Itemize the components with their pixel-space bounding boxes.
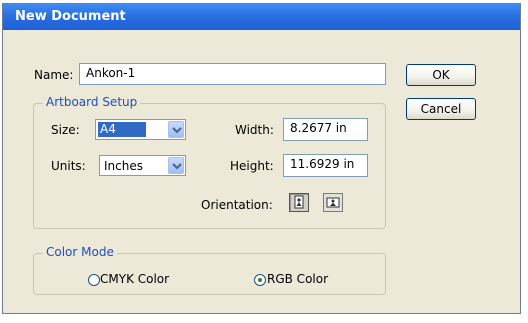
portrait-orientation-button[interactable] — [289, 193, 309, 212]
rgb-color-radio[interactable] — [254, 274, 266, 286]
height-field[interactable]: 11.6929 in — [283, 154, 368, 177]
width-field[interactable]: 8.2677 in — [283, 118, 368, 141]
orientation-label: Orientation: — [201, 198, 273, 212]
chevron-down-icon — [172, 127, 182, 134]
size-dropdown-arrow[interactable] — [168, 121, 184, 138]
units-select-value: Inches — [104, 159, 143, 173]
cmyk-color-label[interactable]: CMYK Color — [100, 272, 169, 286]
ok-button[interactable]: OK — [406, 64, 476, 86]
portrait-orientation-icon — [294, 195, 304, 209]
landscape-orientation-icon — [326, 197, 340, 208]
units-label: Units: — [51, 159, 86, 173]
dialog-title: New Document — [15, 9, 126, 24]
chevron-down-icon — [172, 163, 182, 170]
size-select-value: A4 — [98, 122, 146, 137]
rgb-color-label[interactable]: RGB Color — [267, 272, 328, 286]
title-bar[interactable]: New Document — [3, 4, 520, 30]
size-select[interactable]: A4 — [95, 119, 186, 140]
units-dropdown-arrow[interactable] — [168, 157, 184, 174]
cancel-button[interactable]: Cancel — [406, 98, 476, 120]
units-select[interactable]: Inches — [99, 155, 186, 176]
radio-selected-dot — [258, 278, 262, 282]
height-label: Height: — [230, 159, 274, 173]
cmyk-color-radio[interactable] — [88, 274, 100, 286]
width-label: Width: — [235, 123, 274, 137]
color-mode-group — [33, 253, 386, 295]
size-label: Size: — [51, 123, 80, 137]
landscape-orientation-button[interactable] — [323, 193, 343, 212]
name-label: Name: — [34, 68, 74, 82]
new-document-dialog: New Document Name: Ankon-1 OK Cancel Art… — [2, 3, 521, 314]
artboard-setup-legend: Artboard Setup — [43, 95, 141, 109]
color-mode-legend: Color Mode — [43, 245, 117, 259]
name-field[interactable]: Ankon-1 — [79, 63, 386, 85]
